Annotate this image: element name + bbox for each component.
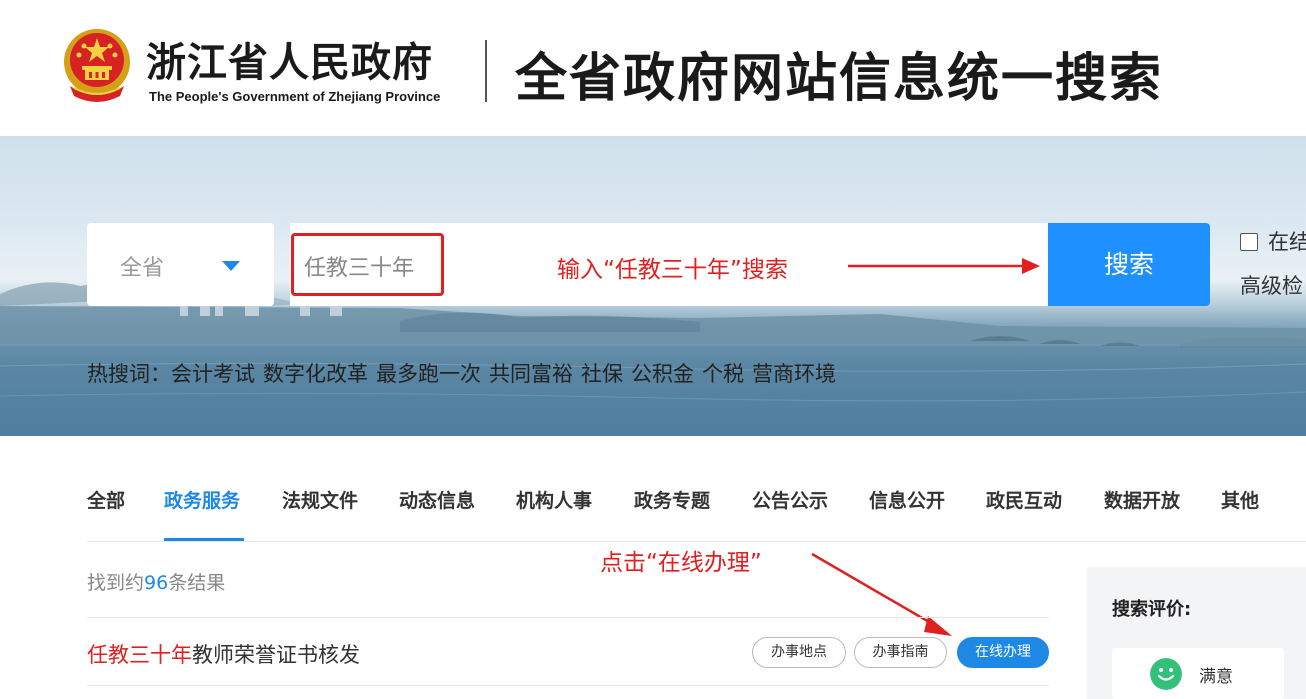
header-divider	[485, 40, 487, 102]
tab-government-services[interactable]: 政务服务	[164, 486, 240, 513]
search-button[interactable]: 搜索	[1048, 223, 1210, 306]
search-in-results[interactable]: 在结	[1240, 226, 1306, 256]
scope-select[interactable]: 全省	[87, 223, 274, 306]
gov-subtitle: The People's Government of Zhejiang Prov…	[149, 89, 441, 104]
result-count-number: 96	[144, 572, 169, 594]
divider	[87, 617, 1049, 618]
evaluation-option-label: 满意	[1199, 667, 1233, 687]
gov-title: 浙江省人民政府	[146, 39, 433, 86]
evaluation-satisfied-button[interactable]: 满意	[1112, 648, 1284, 699]
hot-word[interactable]: 最多跑一次	[376, 362, 481, 386]
scope-select-value: 全省	[120, 256, 165, 281]
tab-other[interactable]: 其他	[1221, 486, 1259, 513]
search-evaluation-panel: 搜索评价: 满意	[1087, 567, 1306, 699]
result-title-text: 教师荣誉证书核发	[192, 643, 360, 667]
annotation-input-hint: 输入“任教三十年”搜索	[557, 257, 788, 283]
chevron-down-icon	[222, 261, 240, 271]
evaluation-title: 搜索评价:	[1112, 599, 1192, 620]
site-title: 全省政府网站信息统一搜索	[515, 48, 1164, 109]
result-title-link[interactable]: 任教三十年教师荣誉证书核发	[87, 639, 360, 669]
site-header: 浙江省人民政府 The People's Government of Zheji…	[0, 0, 1306, 136]
hot-search-words: 热搜词：会计考试 数字化改革 最多跑一次 共同富裕 社保 公积金 个税 营商环境	[87, 358, 844, 388]
hot-word[interactable]: 个税	[702, 362, 744, 386]
result-count-suffix: 条结果	[168, 572, 226, 594]
tab-news[interactable]: 动态信息	[399, 486, 475, 513]
hot-word[interactable]: 共同富裕	[489, 362, 573, 386]
online-service-button[interactable]: 在线办理	[957, 637, 1049, 668]
annotation-arrow-1	[848, 258, 1040, 274]
category-tabs: 全部 政务服务 法规文件 动态信息 机构人事 政务专题 公告公示 信息公开 政民…	[87, 486, 1306, 542]
search-in-results-checkbox[interactable]	[1240, 233, 1258, 251]
tab-topics[interactable]: 政务专题	[634, 486, 710, 513]
search-in-results-label: 在结	[1268, 230, 1306, 254]
hot-word[interactable]: 会计考试	[171, 362, 255, 386]
active-tab-indicator	[164, 538, 244, 541]
hot-search-label: 热搜词：	[87, 362, 171, 386]
tab-open-data[interactable]: 数据开放	[1104, 486, 1180, 513]
tab-interaction[interactable]: 政民互动	[986, 486, 1062, 513]
hot-word[interactable]: 社保	[581, 362, 623, 386]
smile-icon	[1150, 658, 1182, 690]
result-count: 找到约96条结果	[87, 568, 225, 595]
annotation-click-hint: 点击“在线办理”	[600, 550, 762, 576]
hot-word[interactable]: 公积金	[631, 362, 694, 386]
tab-regulations[interactable]: 法规文件	[282, 486, 358, 513]
hot-word[interactable]: 数字化改革	[263, 362, 368, 386]
service-guide-button[interactable]: 办事指南	[854, 637, 947, 668]
advanced-search-link[interactable]: 高级检	[1240, 270, 1303, 300]
divider	[87, 685, 1049, 686]
tab-announcements[interactable]: 公告公示	[752, 486, 828, 513]
hot-word[interactable]: 营商环境	[752, 362, 836, 386]
tab-all[interactable]: 全部	[87, 486, 125, 513]
national-emblem-icon	[64, 29, 130, 102]
annotation-arrow-2	[811, 552, 952, 636]
result-count-prefix: 找到约	[87, 572, 145, 594]
annotation-highlight-box	[291, 233, 444, 296]
tab-disclosure[interactable]: 信息公开	[869, 486, 945, 513]
result-title-highlight: 任教三十年	[87, 643, 192, 667]
service-location-button[interactable]: 办事地点	[752, 637, 846, 668]
tab-organizations[interactable]: 机构人事	[516, 486, 592, 513]
